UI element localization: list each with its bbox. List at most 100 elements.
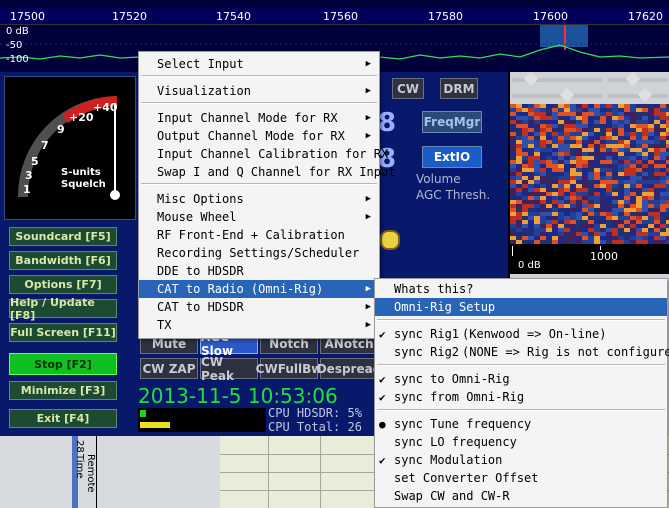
waterfall-cell bbox=[558, 160, 564, 164]
options-button[interactable]: Options [F7] bbox=[9, 275, 117, 294]
cw-fullbw-button[interactable]: CWFullBw bbox=[256, 358, 322, 379]
waterfall-cell bbox=[588, 228, 594, 232]
waterfall-cell bbox=[558, 168, 564, 172]
menu-item-select-input[interactable]: Select Input ▶ bbox=[139, 55, 379, 73]
submenu-item-sync-rig1[interactable]: ✔ sync Rig1 (Kenwood => On-line) bbox=[375, 325, 667, 343]
waterfall-cell bbox=[546, 176, 552, 180]
soundcard-button[interactable]: Soundcard [F5] bbox=[9, 227, 117, 246]
despread-button[interactable]: Despread bbox=[317, 358, 381, 379]
waterfall-cell bbox=[654, 164, 660, 168]
waterfall-cell bbox=[630, 236, 636, 240]
menu-item-cat-to-hdsdr[interactable]: CAT to HDSDR ▶ bbox=[139, 298, 379, 316]
menu-item-swap-iq[interactable]: Swap I and Q Channel for RX Input bbox=[139, 163, 395, 181]
waterfall-cell bbox=[600, 200, 606, 204]
waterfall-cell bbox=[594, 120, 600, 124]
waterfall-cell bbox=[624, 156, 630, 160]
waterfall-cell bbox=[594, 204, 600, 208]
waterfall-cell bbox=[570, 208, 576, 212]
menu-item-output-channel-mode[interactable]: Output Channel Mode for RX ▶ bbox=[139, 127, 379, 145]
waterfall-cell bbox=[600, 196, 606, 200]
menu-item-input-calibration[interactable]: Input Channel Calibration for RX bbox=[139, 145, 388, 163]
waterfall-cell bbox=[558, 184, 564, 188]
waterfall-cell bbox=[588, 148, 594, 152]
waterfall-cell bbox=[630, 212, 636, 216]
submenu-item-swap-cw[interactable]: Swap CW and CW-R bbox=[375, 487, 667, 505]
submenu-item-sync-to-omnirig[interactable]: ✔ sync to Omni-Rig bbox=[375, 370, 667, 388]
waterfall-cell bbox=[636, 192, 642, 196]
waterfall-cell bbox=[630, 148, 636, 152]
submenu-item-set-converter-offset[interactable]: set Converter Offset bbox=[375, 469, 667, 487]
waterfall-cell bbox=[630, 120, 636, 124]
waterfall-cell bbox=[636, 220, 642, 224]
waterfall-cell bbox=[648, 116, 654, 120]
waterfall-display[interactable] bbox=[510, 104, 669, 244]
submenu-item-sync-lo-frequency[interactable]: sync LO frequency bbox=[375, 433, 667, 451]
help-update-button[interactable]: Help / Update [F8] bbox=[9, 296, 117, 322]
submenu-item-sync-from-omnirig[interactable]: ✔ sync from Omni-Rig bbox=[375, 388, 667, 406]
waterfall-cell bbox=[516, 224, 522, 228]
waterfall-cell bbox=[516, 168, 522, 172]
menu-item-recording-settings[interactable]: Recording Settings/Scheduler bbox=[139, 244, 379, 262]
waterfall-cell bbox=[588, 152, 594, 156]
bandwidth-button[interactable]: Bandwidth [F6] bbox=[9, 251, 117, 270]
slider-track[interactable] bbox=[512, 94, 602, 98]
submenu-item-whats-this[interactable]: Whats this? bbox=[375, 280, 667, 298]
waterfall-cell bbox=[570, 232, 576, 236]
waterfall-cell bbox=[540, 220, 546, 224]
extio-button[interactable]: ExtIO bbox=[422, 146, 482, 168]
menu-separator bbox=[377, 409, 665, 411]
cw-zap-button[interactable]: CW ZAP bbox=[140, 358, 198, 379]
menu-item-tx[interactable]: TX ▶ bbox=[139, 316, 379, 334]
cw-mode-button[interactable]: CW bbox=[392, 78, 424, 99]
slider-thumb-icon[interactable] bbox=[559, 87, 575, 103]
freqmgr-button[interactable]: FreqMgr bbox=[422, 111, 482, 133]
menu-item-cat-to-radio[interactable]: CAT to Radio (Omni-Rig) ▶ bbox=[139, 280, 379, 298]
menu-item-mouse-wheel[interactable]: Mouse Wheel ▶ bbox=[139, 208, 379, 226]
menu-item-misc-options[interactable]: Misc Options ▶ bbox=[139, 190, 379, 208]
waterfall-cell bbox=[564, 224, 570, 228]
menu-item-visualization[interactable]: Visualization ▶ bbox=[139, 82, 379, 100]
menu-item-input-channel-mode[interactable]: Input Channel Mode for RX ▶ bbox=[139, 109, 379, 127]
waterfall-cell bbox=[546, 200, 552, 204]
waterfall-cell bbox=[624, 116, 630, 120]
menu-item-dde[interactable]: DDE to HDSDR bbox=[139, 262, 379, 280]
stop-button[interactable]: Stop [F2] bbox=[9, 353, 117, 375]
waterfall-cell bbox=[606, 108, 612, 112]
waterfall-cell bbox=[618, 120, 624, 124]
waterfall-cell bbox=[552, 120, 558, 124]
waterfall-cell bbox=[624, 152, 630, 156]
waterfall-cell bbox=[522, 220, 528, 224]
slider-thumb-icon[interactable] bbox=[637, 87, 653, 103]
tuning-knob-icon[interactable] bbox=[380, 230, 400, 250]
waterfall-cell bbox=[636, 148, 642, 152]
divider bbox=[96, 436, 97, 508]
waterfall-cell bbox=[606, 208, 612, 212]
waterfall-cell bbox=[570, 192, 576, 196]
waterfall-cell bbox=[654, 196, 660, 200]
slider-thumb-icon[interactable] bbox=[523, 71, 539, 87]
drm-mode-button[interactable]: DRM bbox=[440, 78, 478, 99]
waterfall-cell bbox=[540, 120, 546, 124]
waterfall-cell bbox=[510, 224, 516, 228]
waterfall-cell bbox=[558, 148, 564, 152]
full-screen-button[interactable]: Full Screen [F11] bbox=[9, 323, 117, 342]
waterfall-cell bbox=[576, 136, 582, 140]
waterfall-cell bbox=[516, 128, 522, 132]
waterfall-cell bbox=[606, 236, 612, 240]
waterfall-cell bbox=[600, 156, 606, 160]
waterfall-cell bbox=[594, 236, 600, 240]
minimize-button[interactable]: Minimize [F3] bbox=[9, 381, 117, 400]
waterfall-cell bbox=[570, 236, 576, 240]
waterfall-cell bbox=[546, 160, 552, 164]
submenu-item-sync-rig2[interactable]: sync Rig2 (NONE => Rig is not configured) bbox=[375, 343, 669, 361]
cw-peak-button[interactable]: CW Peak bbox=[200, 355, 258, 383]
submenu-item-sync-modulation[interactable]: ✔ sync Modulation bbox=[375, 451, 667, 469]
waterfall-cell bbox=[600, 220, 606, 224]
submenu-item-omnirig-setup[interactable]: Omni-Rig Setup bbox=[375, 298, 667, 316]
exit-button[interactable]: Exit [F4] bbox=[9, 409, 117, 428]
menu-item-rf-frontend[interactable]: RF Front-End + Calibration bbox=[139, 226, 379, 244]
waterfall-cell bbox=[582, 128, 588, 132]
submenu-item-sync-tune-frequency[interactable]: ● sync Tune frequency bbox=[375, 415, 667, 433]
waterfall-cell bbox=[624, 208, 630, 212]
slider-thumb-icon[interactable] bbox=[625, 71, 641, 87]
